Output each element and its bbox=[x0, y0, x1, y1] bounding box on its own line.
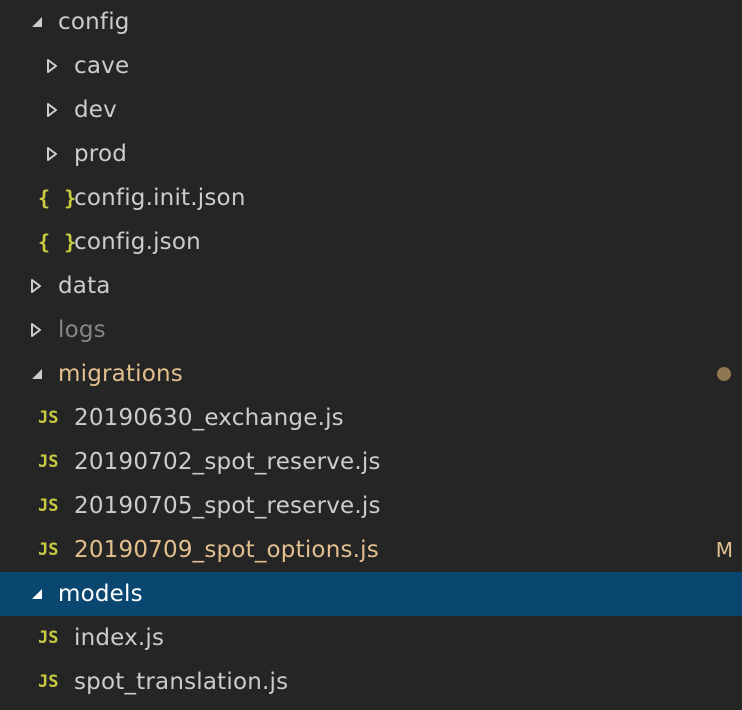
tree-item-label: 20190702_spot_reserve.js bbox=[74, 449, 381, 475]
tree-item-label: models bbox=[58, 581, 143, 607]
tree-item-label: config.init.json bbox=[74, 185, 246, 211]
tree-item-label: 20190709_spot_options.js bbox=[74, 537, 379, 563]
tree-item-data[interactable]: data bbox=[0, 264, 742, 308]
collapsed-triangle-icon bbox=[26, 276, 46, 296]
tree-item-label: logs bbox=[58, 317, 106, 343]
tree-item-config-init-json[interactable]: { } config.init.json bbox=[0, 176, 742, 220]
file-explorer-tree: config cave dev prod { } config.init.jso… bbox=[0, 0, 742, 710]
tree-item-models[interactable]: models bbox=[0, 572, 742, 616]
tree-item-20190630-exchange-js[interactable]: JS 20190630_exchange.js bbox=[0, 396, 742, 440]
tree-item-dev[interactable]: dev bbox=[0, 88, 742, 132]
expanded-triangle-icon bbox=[27, 584, 47, 604]
javascript-icon: JS bbox=[38, 628, 59, 648]
tree-item-label: prod bbox=[74, 141, 128, 167]
collapsed-triangle-icon bbox=[26, 320, 46, 340]
modified-dot-badge bbox=[717, 367, 731, 381]
tree-item-label: migrations bbox=[58, 361, 183, 387]
collapsed-triangle-icon bbox=[42, 144, 62, 164]
json-icon: { } bbox=[38, 230, 78, 254]
tree-item-prod[interactable]: prod bbox=[0, 132, 742, 176]
javascript-icon: JS bbox=[38, 408, 59, 428]
javascript-icon: JS bbox=[38, 452, 59, 472]
tree-item-20190702-spot-reserve-js[interactable]: JS 20190702_spot_reserve.js bbox=[0, 440, 742, 484]
tree-item-label: config.json bbox=[74, 229, 201, 255]
tree-item-migrations[interactable]: migrations bbox=[0, 352, 742, 396]
tree-item-label: dev bbox=[74, 97, 117, 123]
expanded-triangle-icon bbox=[27, 364, 47, 384]
tree-item-label: cave bbox=[74, 53, 130, 79]
tree-item-config-json[interactable]: { } config.json bbox=[0, 220, 742, 264]
collapsed-triangle-icon bbox=[42, 100, 62, 120]
javascript-icon: JS bbox=[38, 540, 59, 560]
tree-item-label: spot_translation.js bbox=[74, 669, 289, 695]
tree-item-label: config bbox=[58, 9, 130, 35]
tree-item-20190705-spot-reserve-js[interactable]: JS 20190705_spot_reserve.js bbox=[0, 484, 742, 528]
tree-item-index-js[interactable]: JS index.js bbox=[0, 616, 742, 660]
javascript-icon: JS bbox=[38, 672, 59, 692]
tree-item-logs[interactable]: logs bbox=[0, 308, 742, 352]
tree-item-label: index.js bbox=[74, 625, 165, 651]
modified-badge: M bbox=[715, 538, 733, 562]
tree-item-label: 20190630_exchange.js bbox=[74, 405, 344, 431]
tree-item-config[interactable]: config bbox=[0, 0, 742, 44]
json-icon: { } bbox=[38, 186, 78, 210]
tree-item-20190709-spot-options-js[interactable]: JS 20190709_spot_options.js M bbox=[0, 528, 742, 572]
tree-item-cave[interactable]: cave bbox=[0, 44, 742, 88]
tree-item-label: data bbox=[58, 273, 111, 299]
collapsed-triangle-icon bbox=[42, 56, 62, 76]
expanded-triangle-icon bbox=[27, 12, 47, 32]
tree-item-label: 20190705_spot_reserve.js bbox=[74, 493, 381, 519]
tree-item-spot-translation-js[interactable]: JS spot_translation.js bbox=[0, 660, 742, 704]
javascript-icon: JS bbox=[38, 496, 59, 516]
